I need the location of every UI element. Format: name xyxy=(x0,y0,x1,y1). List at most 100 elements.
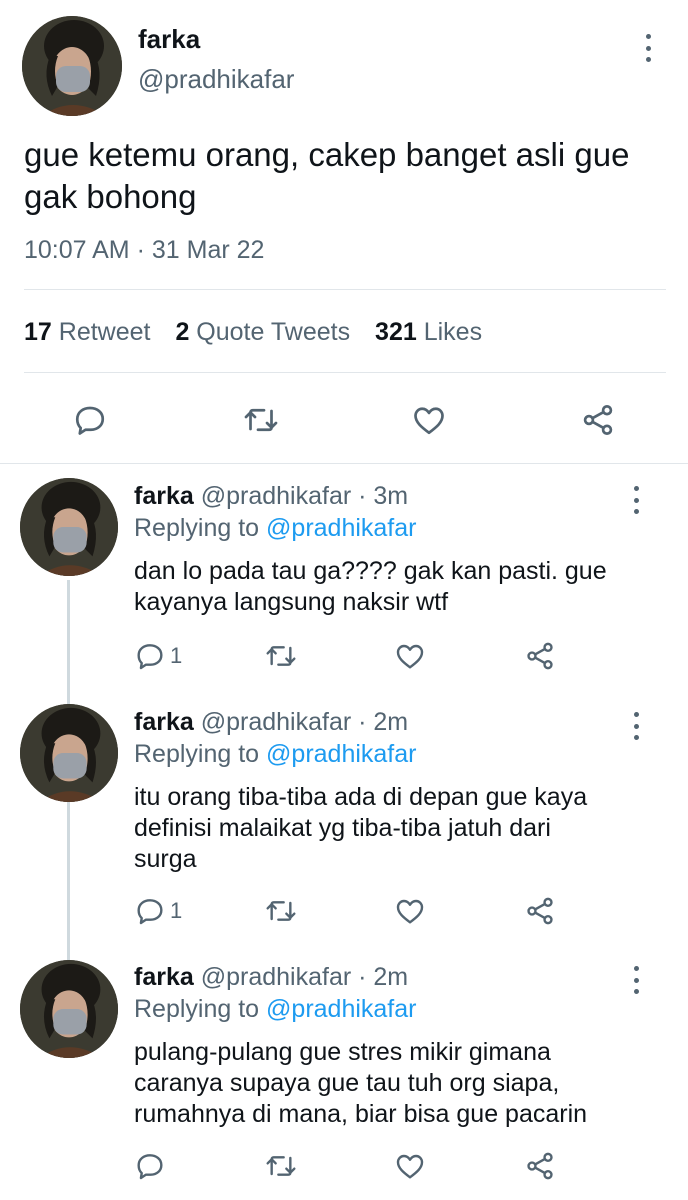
divider xyxy=(0,463,688,464)
quote-label: Quote Tweets xyxy=(196,318,351,346)
like-button[interactable] xyxy=(394,640,426,672)
tweet-text: gue ketemu orang, cakep banget asli gue … xyxy=(24,134,629,218)
tweet-timestamp[interactable]: 10:07 AM · 31 Mar 22 xyxy=(24,236,264,265)
reply-text: itu orang tiba-tiba ada di depan gue kay… xyxy=(134,782,587,875)
likes-label: Likes xyxy=(423,318,483,346)
like-icon xyxy=(396,899,424,924)
tweet-date: 31 Mar 22 xyxy=(151,236,265,264)
tweet-text-line: gue ketemu orang, cakep banget asli gue xyxy=(24,136,630,173)
like-icon xyxy=(396,644,424,669)
share-icon xyxy=(527,642,553,670)
reply-button[interactable]: 1 xyxy=(134,640,182,672)
handle-time[interactable]: @pradhikafar · 2m xyxy=(201,963,408,991)
retweet-icon xyxy=(266,646,296,666)
retweet-icon xyxy=(266,901,296,921)
retweet-stat[interactable]: 17 Retweet xyxy=(24,318,157,346)
more-icon xyxy=(633,712,639,717)
retweet-button[interactable] xyxy=(242,402,280,438)
like-button[interactable] xyxy=(394,895,426,927)
reply-text-line: surga xyxy=(134,845,197,873)
share-icon xyxy=(527,1152,553,1180)
like-icon xyxy=(414,407,444,435)
reply-button[interactable] xyxy=(134,1150,170,1182)
reply-count: 1 xyxy=(170,643,183,668)
reply-header: farka @pradhikafar · 3m xyxy=(134,482,408,511)
reply-count: 1 xyxy=(170,898,183,923)
retweet-label: Retweet xyxy=(58,318,151,346)
replying-to: Replying to @pradhikafar xyxy=(134,995,416,1024)
retweet-icon xyxy=(266,1156,296,1176)
replying-prefix: Replying to xyxy=(134,514,260,542)
replying-prefix: Replying to xyxy=(134,995,260,1023)
avatar-image xyxy=(20,478,118,576)
tweet-stats: 17 Retweet 2 Quote Tweets 321 Likes xyxy=(24,318,482,347)
retweet-button[interactable] xyxy=(264,895,298,927)
reply-text-line: itu orang tiba-tiba ada di depan gue kay… xyxy=(134,783,588,811)
share-icon xyxy=(583,405,613,435)
avatar[interactable] xyxy=(20,704,118,802)
display-name[interactable]: farka xyxy=(138,24,200,55)
replying-to-link[interactable]: @pradhikafar xyxy=(266,740,416,768)
replying-to-link[interactable]: @pradhikafar xyxy=(266,514,416,542)
reply-icon xyxy=(75,406,105,435)
reply-header: farka @pradhikafar · 2m xyxy=(134,708,408,737)
retweet-icon xyxy=(244,408,278,432)
handle[interactable]: @pradhikafar xyxy=(138,64,294,95)
handle-time[interactable]: @pradhikafar · 3m xyxy=(201,482,408,510)
like-icon xyxy=(396,1154,424,1179)
like-button[interactable] xyxy=(394,1150,426,1182)
reply-text: pulang-pulang gue stres mikir gimana car… xyxy=(134,1037,587,1130)
reply-button[interactable] xyxy=(72,402,108,438)
reply-text-line: pulang-pulang gue stres mikir gimana xyxy=(134,1038,551,1066)
tweet-text-line: gak bohong xyxy=(24,178,197,215)
more-icon xyxy=(633,966,639,971)
retweet-count: 17 xyxy=(24,318,52,346)
avatar-image xyxy=(20,704,118,802)
quote-stat[interactable]: 2 Quote Tweets xyxy=(175,318,357,346)
share-button[interactable] xyxy=(524,640,556,672)
more-icon xyxy=(645,34,651,39)
reply-icon xyxy=(137,644,163,670)
retweet-button[interactable] xyxy=(264,1150,298,1182)
divider xyxy=(24,289,666,290)
more-options-button[interactable] xyxy=(632,712,640,740)
share-icon xyxy=(527,897,553,925)
reply-text-line: caranya supaya gue tau tuh org siapa, xyxy=(134,1069,560,1097)
replying-to: Replying to @pradhikafar xyxy=(134,740,416,769)
reply-icon xyxy=(137,1154,163,1180)
replying-to: Replying to @pradhikafar xyxy=(134,514,416,543)
display-name[interactable]: farka xyxy=(134,708,194,736)
share-button[interactable] xyxy=(580,402,616,438)
avatar-image xyxy=(20,960,118,1058)
display-name[interactable]: farka xyxy=(134,482,194,510)
avatar[interactable] xyxy=(20,960,118,1058)
reply-header: farka @pradhikafar · 2m xyxy=(134,963,408,992)
share-button[interactable] xyxy=(524,1150,556,1182)
avatar[interactable] xyxy=(22,16,122,116)
reply-text-line: definisi malaikat yg tiba-tiba jatuh dar… xyxy=(134,814,551,842)
more-icon xyxy=(633,486,639,491)
likes-stat[interactable]: 321 Likes xyxy=(375,318,482,346)
separator: · xyxy=(136,236,145,264)
avatar[interactable] xyxy=(20,478,118,576)
reply-text-line: rumahnya di mana, biar bisa gue pacarin xyxy=(134,1100,588,1128)
like-button[interactable] xyxy=(411,402,447,438)
more-options-button[interactable] xyxy=(632,966,640,994)
retweet-button[interactable] xyxy=(264,640,298,672)
reply-text: dan lo pada tau ga???? gak kan pasti. gu… xyxy=(134,556,607,618)
avatar-image xyxy=(22,16,122,116)
divider xyxy=(24,372,666,373)
quote-count: 2 xyxy=(175,318,190,346)
likes-count: 321 xyxy=(375,318,417,346)
reply-icon xyxy=(137,899,163,925)
share-button[interactable] xyxy=(524,895,556,927)
tweet-time: 10:07 AM xyxy=(24,236,130,264)
reply-button[interactable]: 1 xyxy=(134,895,182,927)
handle-time[interactable]: @pradhikafar · 2m xyxy=(201,708,408,736)
more-options-button[interactable] xyxy=(644,34,652,62)
reply-text-line: kayanya langsung naksir wtf xyxy=(134,588,449,616)
replying-prefix: Replying to xyxy=(134,740,260,768)
display-name[interactable]: farka xyxy=(134,963,194,991)
replying-to-link[interactable]: @pradhikafar xyxy=(266,995,416,1023)
more-options-button[interactable] xyxy=(632,486,640,514)
